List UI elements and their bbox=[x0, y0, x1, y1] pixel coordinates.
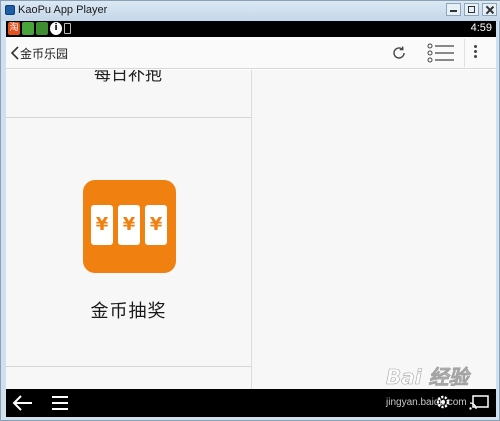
coin-lottery-label[interactable]: 金币抽奖 bbox=[6, 297, 251, 323]
more-options-icon[interactable] bbox=[472, 45, 478, 61]
refresh-icon[interactable] bbox=[390, 44, 408, 62]
app-player-logo-icon bbox=[5, 5, 15, 15]
slot-reel: ¥ bbox=[91, 205, 113, 245]
window-title: KaoPu App Player bbox=[18, 4, 108, 16]
notification-icons: 淘 i bbox=[8, 22, 71, 35]
list-view-icon[interactable] bbox=[427, 43, 455, 63]
grid-item-label: 每日补抱 bbox=[94, 70, 162, 85]
grid-divider bbox=[6, 366, 251, 367]
window-controls bbox=[446, 3, 497, 16]
coin-lottery-icon[interactable]: ¥ ¥ ¥ bbox=[83, 180, 176, 273]
emulator-window: KaoPu App Player 淘 i 4:59 金币乐园 每日补抱 ¥ ¥ … bbox=[0, 0, 500, 421]
close-button[interactable] bbox=[482, 3, 497, 16]
settings-gear-icon[interactable] bbox=[434, 393, 452, 411]
maximize-button[interactable] bbox=[464, 3, 479, 16]
info-icon: i bbox=[50, 22, 62, 35]
app-icon bbox=[22, 22, 34, 35]
taobao-icon: 淘 bbox=[8, 22, 20, 35]
slot-reel: ¥ bbox=[145, 205, 167, 245]
screen-cast-icon[interactable] bbox=[469, 395, 489, 410]
grid-divider bbox=[6, 117, 251, 118]
appbar-divider bbox=[464, 39, 465, 67]
android-nav-bar bbox=[6, 389, 496, 417]
app-bar: 金币乐园 bbox=[6, 37, 496, 69]
slot-reel: ¥ bbox=[118, 205, 140, 245]
app-icon bbox=[36, 22, 48, 35]
grid-column-divider bbox=[251, 70, 252, 389]
nav-menu-icon[interactable] bbox=[52, 396, 68, 410]
battery-icon bbox=[64, 23, 71, 34]
status-bar: 淘 i 4:59 bbox=[6, 21, 496, 37]
status-clock: 4:59 bbox=[470, 22, 492, 34]
android-screen: 淘 i 4:59 金币乐园 每日补抱 ¥ ¥ ¥ 金币抽奖 bbox=[6, 21, 496, 417]
window-titlebar[interactable]: KaoPu App Player bbox=[1, 1, 500, 21]
page-title: 金币乐园 bbox=[20, 47, 69, 61]
nav-back-icon[interactable] bbox=[12, 394, 34, 412]
grid-item-previous[interactable]: 每日补抱 bbox=[6, 70, 251, 117]
feature-grid: 每日补抱 ¥ ¥ ¥ 金币抽奖 bbox=[6, 70, 496, 389]
minimize-button[interactable] bbox=[446, 3, 461, 16]
